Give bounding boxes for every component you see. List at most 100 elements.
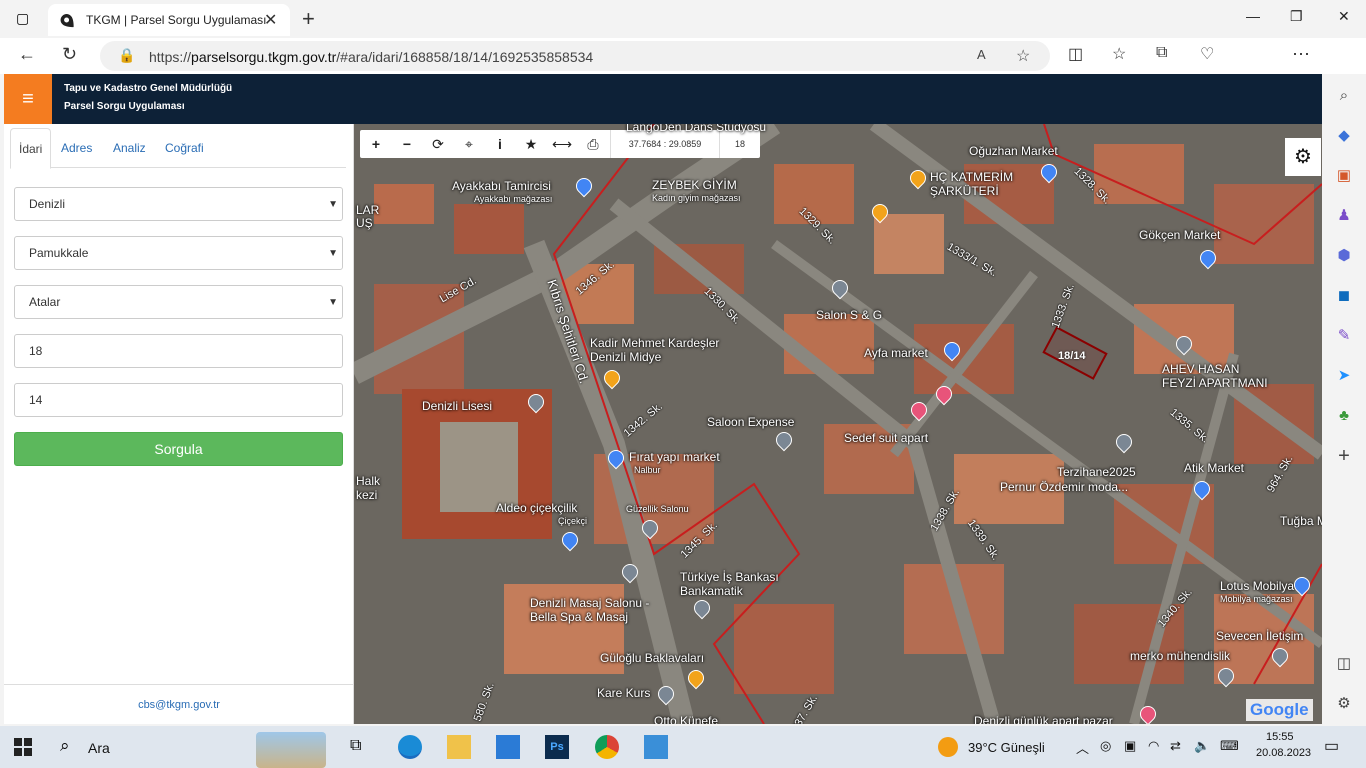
mail-icon[interactable]: [496, 735, 520, 759]
map-label: Nalbur: [634, 465, 661, 475]
map-label: Pernur Özdemir moda...: [1000, 480, 1129, 494]
map-label: Türkiye İş Bankası Bankamatik: [680, 570, 779, 598]
photos-icon[interactable]: [644, 735, 668, 759]
notifications-icon[interactable]: ▭: [1324, 736, 1339, 756]
tools-icon[interactable]: ▣: [1334, 166, 1354, 186]
collections-icon[interactable]: ⧉: [1156, 44, 1167, 62]
gear-icon[interactable]: ⚙: [1285, 138, 1321, 176]
ada-input[interactable]: 18: [14, 334, 343, 368]
favorites-icon[interactable]: ☆: [1112, 44, 1126, 64]
info-icon[interactable]: i: [490, 134, 510, 154]
microsoft-365-icon[interactable]: ⬢: [1334, 246, 1354, 266]
designer-icon[interactable]: ✎: [1334, 326, 1354, 346]
close-tab-icon[interactable]: ✕: [264, 10, 277, 30]
chrome-icon[interactable]: [595, 735, 619, 759]
refresh-icon[interactable]: ↻: [62, 44, 77, 65]
close-window-icon[interactable]: ✕: [1338, 8, 1350, 25]
map-label: Atik Market: [1184, 461, 1245, 475]
outlook-icon[interactable]: ◼: [1334, 286, 1354, 306]
ilce-select[interactable]: Pamukkale ▼: [14, 236, 343, 270]
camera-icon[interactable]: ◎: [1100, 738, 1111, 754]
map-label: Oğuzhan Market: [969, 144, 1058, 158]
sidebar-layout-icon[interactable]: ◫: [1334, 654, 1354, 674]
defender-icon[interactable]: ▣: [1124, 738, 1136, 754]
zoom-in-icon[interactable]: +: [366, 134, 386, 154]
weather-text[interactable]: 39°C Güneşli: [968, 740, 1045, 755]
location-pin-icon: [56, 8, 80, 32]
split-screen-icon[interactable]: ◫: [1068, 44, 1083, 64]
taskbar-search-label[interactable]: Ara: [88, 740, 110, 756]
volume-icon[interactable]: 🔈: [1194, 738, 1210, 754]
map-label: Denizli Masaj Salonu - Bella Spa & Masaj: [530, 596, 650, 624]
task-view-icon[interactable]: ⧉: [350, 737, 361, 755]
map-label: Salon S & G: [816, 308, 883, 322]
map-label: Kadın giyim mağazası: [652, 193, 741, 203]
il-select[interactable]: Denizli ▼: [14, 187, 343, 221]
url-text: https://parselsorgu.tkgm.gov.tr/#ara/ida…: [149, 49, 594, 65]
browser-tab[interactable]: TKGM | Parsel Sorgu Uygulaması ✕: [48, 4, 290, 36]
map-label: merko mühendislik: [1130, 649, 1231, 663]
tab-cografi[interactable]: Coğrafi: [157, 128, 212, 168]
browser-essentials-icon[interactable]: ♡: [1200, 44, 1214, 64]
mahalle-select[interactable]: Atalar ▼: [14, 285, 343, 319]
clock-date[interactable]: 20.08.2023: [1256, 747, 1311, 759]
map-label: AHEV HASAN FEYZİ APARTMANI: [1162, 362, 1268, 390]
map-label: Ayfa market: [864, 346, 928, 360]
map-label: Halk kezi: [356, 474, 381, 502]
tray-chevron-up-icon[interactable]: ︿: [1076, 738, 1089, 757]
tab-title: TKGM | Parsel Sorgu Uygulaması: [86, 13, 267, 27]
shopping-tag-icon[interactable]: ◆: [1334, 126, 1354, 146]
locate-icon[interactable]: ⌖: [459, 134, 479, 154]
map-label: Çiçekçi: [558, 516, 588, 526]
chevron-down-icon: ▼: [328, 297, 338, 308]
star-icon[interactable]: ★: [521, 134, 541, 154]
measure-icon[interactable]: ⟷: [552, 134, 572, 154]
lock-icon[interactable]: 🔒: [118, 47, 135, 64]
footer-email-link[interactable]: cbs@tkgm.gov.tr: [4, 684, 354, 724]
network-icon[interactable]: ⇄: [1170, 738, 1181, 754]
favorite-star-icon[interactable]: ☆: [1016, 46, 1030, 66]
tree-icon[interactable]: ♣: [1334, 406, 1354, 426]
tab-adres[interactable]: Adres: [53, 128, 100, 168]
edge-browser-icon[interactable]: [398, 735, 422, 759]
games-icon[interactable]: ♟: [1334, 206, 1354, 226]
parsel-input[interactable]: 14: [14, 383, 343, 417]
send-icon[interactable]: ➤: [1334, 366, 1354, 386]
hamburger-icon[interactable]: ≡: [4, 74, 52, 124]
read-aloud-icon[interactable]: A: [977, 47, 986, 62]
minimize-icon[interactable]: —: [1246, 8, 1260, 24]
keyboard-icon[interactable]: ⌨: [1220, 738, 1239, 754]
photoshop-icon[interactable]: Ps: [545, 735, 569, 759]
zoom-out-icon[interactable]: −: [397, 134, 417, 154]
add-icon[interactable]: +: [1334, 446, 1354, 466]
file-explorer-icon[interactable]: [447, 735, 471, 759]
settings-icon[interactable]: ⚙: [1334, 694, 1354, 714]
weather-sun-icon: [938, 737, 958, 757]
tab-actions-icon[interactable]: ▢: [16, 10, 29, 27]
clock-time[interactable]: 15:55: [1266, 731, 1294, 743]
tab-idari[interactable]: İdari: [10, 128, 52, 169]
map-label: Otto Künefe: [654, 714, 719, 724]
tab-analiz[interactable]: Analiz: [105, 128, 154, 168]
new-tab-icon[interactable]: +: [302, 6, 315, 32]
map-label: Gökçen Market: [1139, 228, 1221, 242]
search-highlight-image: [256, 732, 326, 768]
address-bar[interactable]: 🔒 https://parselsorgu.tkgm.gov.tr/#ara/i…: [100, 41, 1050, 71]
map-label: Sevecen İletişim: [1216, 629, 1304, 643]
refresh-map-icon[interactable]: ⟳: [428, 134, 448, 154]
map-label: Tuğba M: [1280, 514, 1322, 528]
windows-start-icon[interactable]: [14, 738, 32, 756]
search-icon[interactable]: ⌕: [60, 736, 70, 756]
wifi-icon[interactable]: ◠: [1148, 738, 1159, 754]
map-label: Denizli günlük apart pazar: [974, 714, 1113, 724]
map-label: Kare Kurs: [597, 686, 651, 700]
satellite-map[interactable]: 18/14 + − ⟳ ⌖ i ★ ⟷ ⎙ 37.7684 : 29.0859 …: [354, 124, 1322, 724]
restore-icon[interactable]: ❐: [1290, 8, 1303, 25]
map-label: Fırat yapı market: [629, 450, 720, 464]
more-menu-icon[interactable]: ⋯: [1292, 44, 1310, 65]
search-icon[interactable]: ⌕: [1334, 86, 1354, 106]
org-title: Tapu ve Kadastro Genel Müdürlüğü: [64, 83, 233, 94]
print-icon[interactable]: ⎙: [583, 134, 603, 154]
back-icon[interactable]: ←: [18, 44, 36, 65]
sorgula-button[interactable]: Sorgula: [14, 432, 343, 466]
